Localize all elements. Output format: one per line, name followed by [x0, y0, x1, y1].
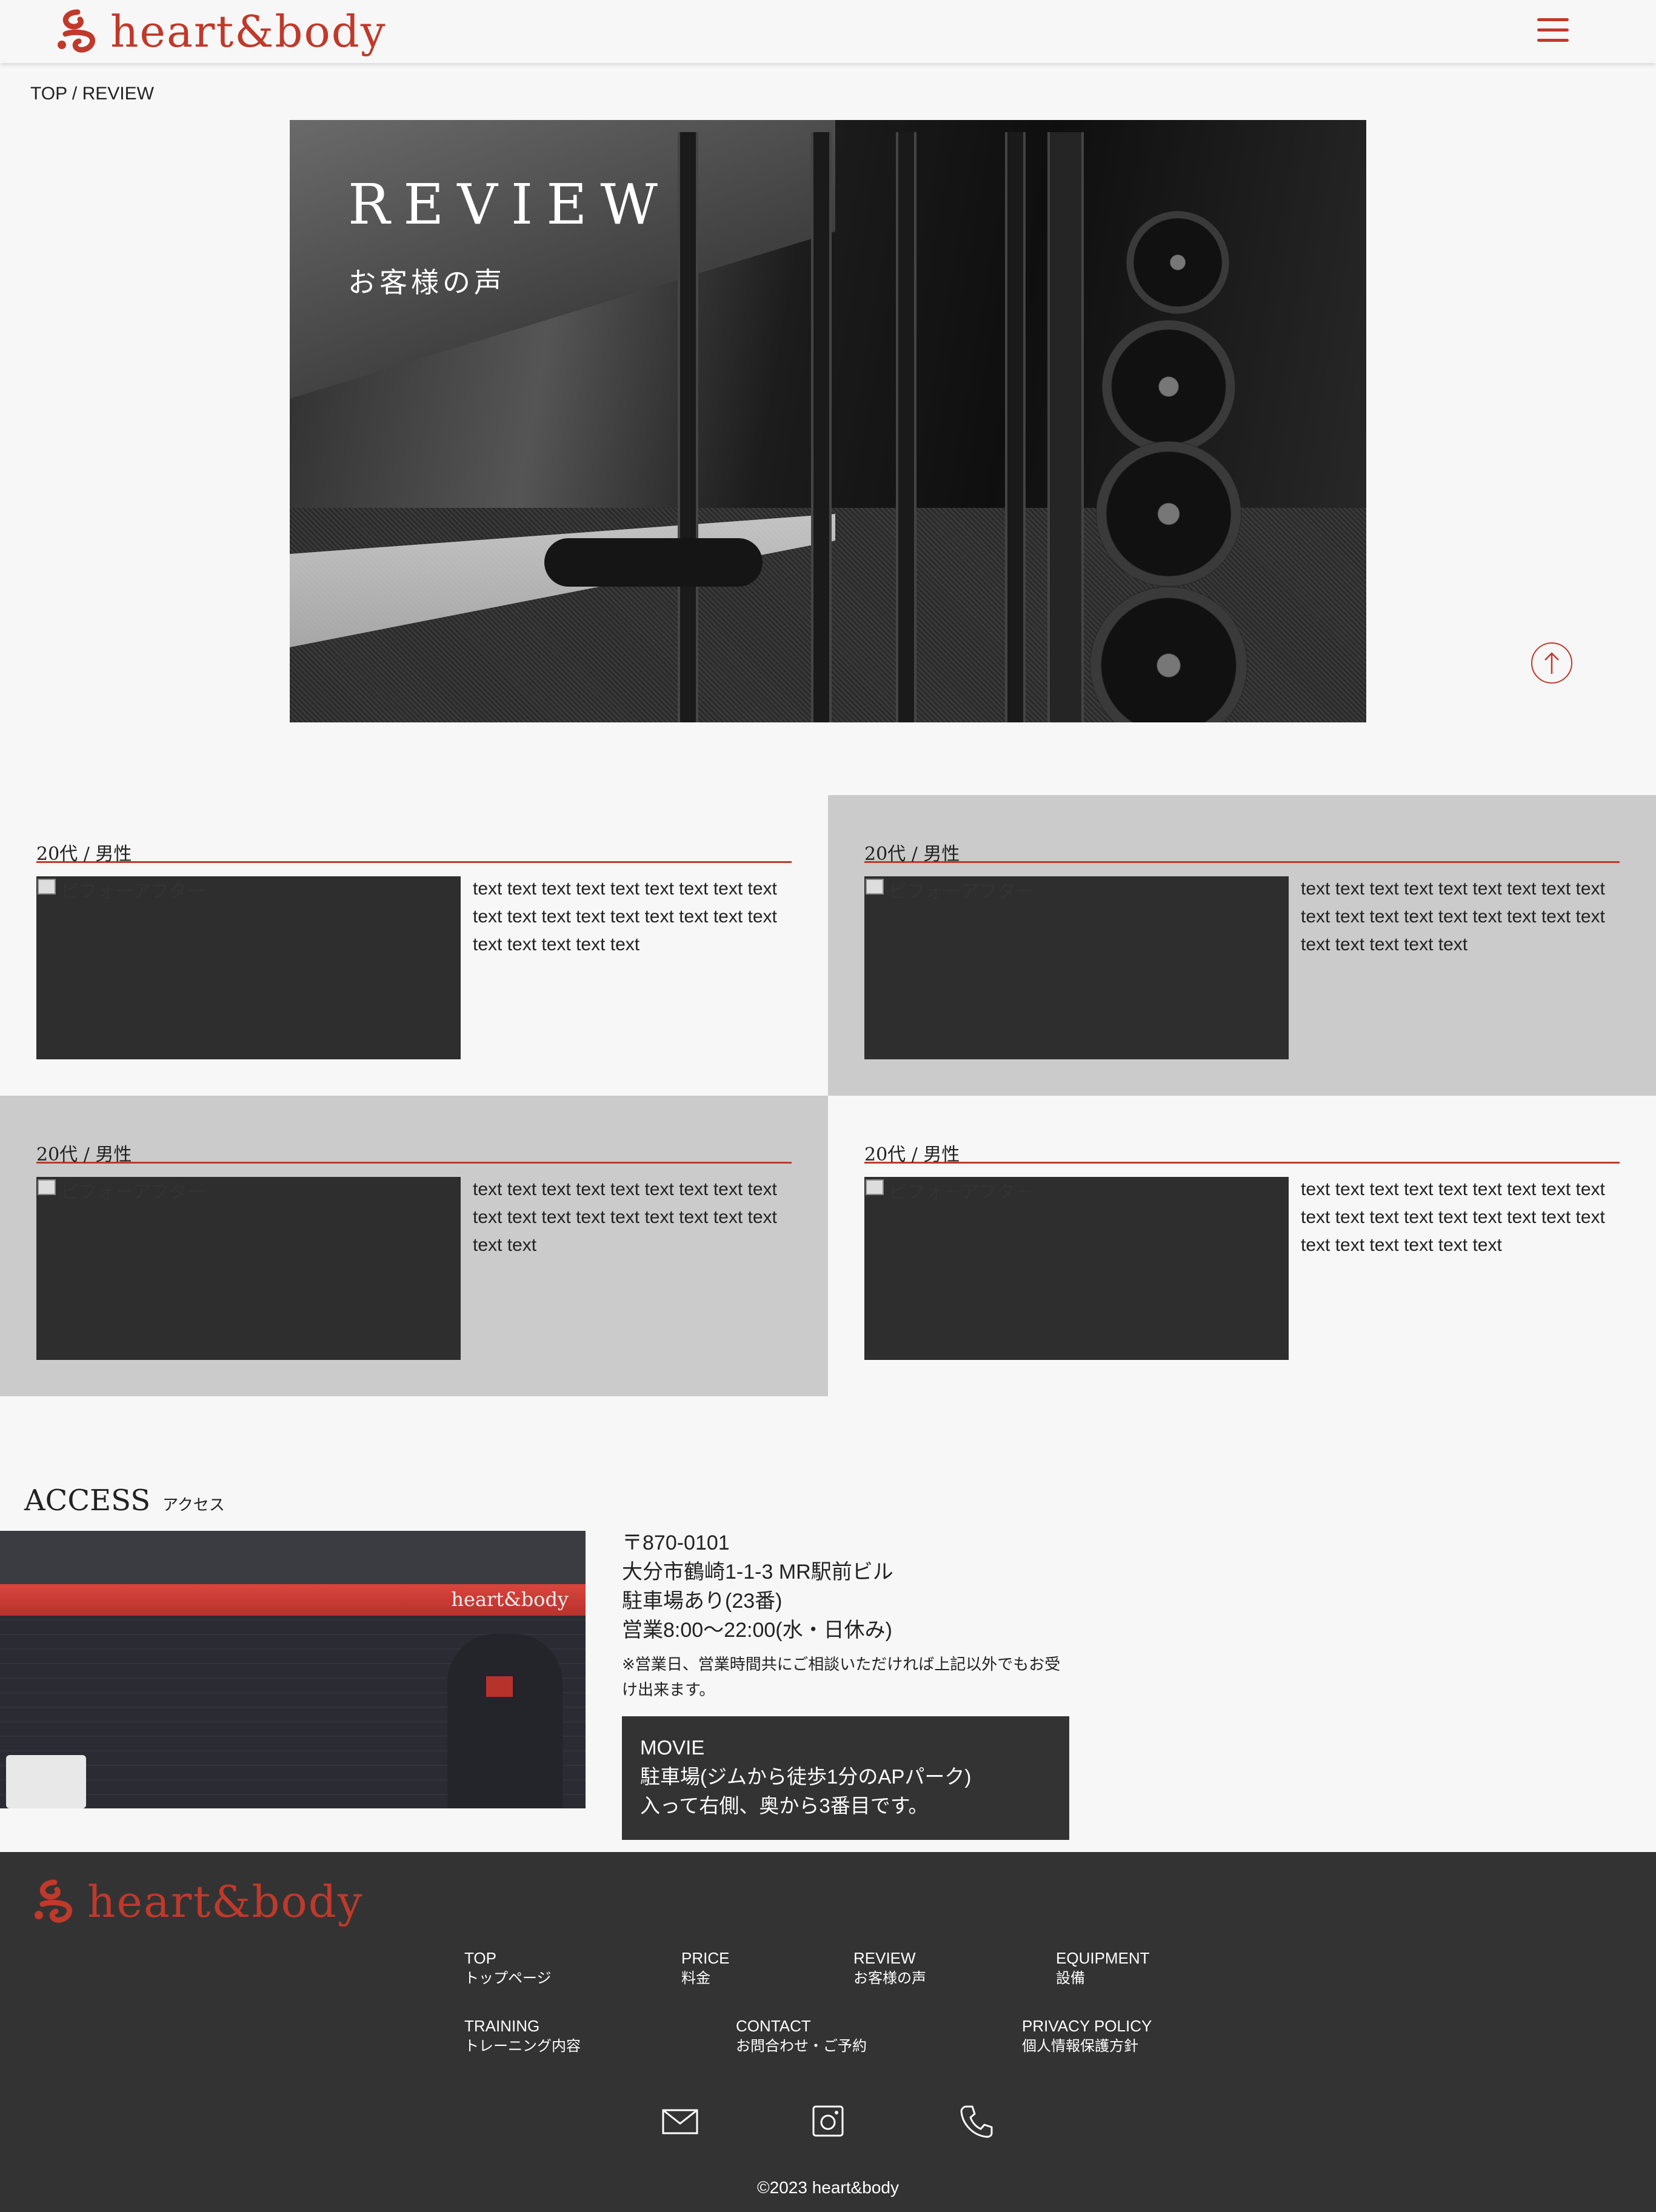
nav-label-en: CONTACT — [736, 2017, 811, 2035]
nav-label-en: TRAINING — [464, 2017, 540, 2035]
breadcrumb: TOP / REVIEW — [30, 84, 154, 104]
nav-label-ja: トップページ — [464, 1970, 552, 1987]
image-alt-text: ビフォーアフター — [61, 882, 205, 902]
review-meta: 20代 / 男性 — [864, 839, 1620, 865]
postal-code: 〒870-0101 — [622, 1531, 730, 1554]
image-alt-text: ビフォーアフター — [61, 1182, 205, 1202]
arrow-up-icon — [1544, 652, 1559, 674]
nav-label-en: PRICE — [681, 1949, 730, 1967]
movie-line-1: 駐車場(ジムから徒歩1分のAPパーク) — [640, 1765, 972, 1788]
nav-label-ja: お問合わせ・ご予約 — [736, 2038, 867, 2054]
site-header: heart&body — [0, 0, 1656, 63]
address-block: 〒870-0101 大分市鶴崎1-1-3 MR駅前ビル 駐車場あり(23番) 営… — [622, 1528, 893, 1645]
hero-title: REVIEW — [348, 172, 671, 237]
business-hours: 営業8:00～22:00(水・日休み) — [622, 1619, 892, 1642]
nav-label-ja: 個人情報保護方針 — [1022, 2038, 1138, 2054]
hero-subtitle: お客様の声 — [348, 266, 506, 299]
access-title-en: ACCESS — [24, 1484, 151, 1517]
hours-note: ※営業日、営業時間共にご相談いただければ上記以外でもお受け出来ます。 — [622, 1656, 1061, 1699]
before-after-image: ビフォーアフター — [36, 1177, 461, 1360]
nav-label-ja: 料金 — [681, 1970, 710, 1987]
footer-logo-text: heart&body — [87, 1876, 364, 1927]
before-after-image: ビフォーアフター — [864, 1177, 1289, 1360]
site-logo[interactable]: heart&body — [53, 7, 387, 56]
access-title-ja: アクセス — [162, 1496, 225, 1514]
nav-label-en: REVIEW — [853, 1949, 916, 1967]
footer-nav-top[interactable]: TOP トップページ — [464, 1948, 552, 1989]
review-meta: 20代 / 男性 — [36, 1139, 792, 1165]
phone-icon[interactable] — [957, 2102, 995, 2140]
nav-label-en: TOP — [464, 1949, 496, 1967]
review-card: 20代 / 男性 ビフォーアフター text text text text te… — [0, 795, 828, 1096]
nav-label-ja: トレーニング内容 — [464, 2038, 581, 2054]
nav-label-ja: お客様の声 — [853, 1970, 926, 1987]
before-after-image: ビフォーアフター — [36, 876, 461, 1059]
nav-label-en: PRIVACY POLICY — [1022, 2017, 1152, 2035]
review-text: text text text text text text text text … — [1301, 879, 1605, 954]
before-after-image: ビフォーアフター — [864, 876, 1289, 1059]
image-alt-text: ビフォーアフター — [889, 882, 1033, 902]
review-meta: 20代 / 男性 — [36, 839, 792, 865]
review-card: 20代 / 男性 ビフォーアフター text text text text te… — [828, 795, 1656, 1096]
storefront-photo: heart&body — [0, 1531, 586, 1808]
logo-mark-icon — [35, 1879, 73, 1923]
back-to-top-button[interactable] — [1531, 642, 1572, 684]
footer-nav-training[interactable]: TRAINING トレーニング内容 — [464, 2016, 581, 2057]
footer-nav-review[interactable]: REVIEW お客様の声 — [853, 1948, 926, 1989]
logo-text: heart&body — [110, 6, 387, 57]
footer-nav-equipment[interactable]: EQUIPMENT 設備 — [1056, 1948, 1150, 1989]
footer-nav-privacy[interactable]: PRIVACY POLICY 個人情報保護方針 — [1022, 2016, 1152, 2057]
footer-logo[interactable]: heart&body — [30, 1877, 364, 1926]
parking-info: 駐車場あり(23番) — [622, 1590, 783, 1613]
nav-label-ja: 設備 — [1056, 1970, 1085, 1987]
image-alt-text: ビフォーアフター — [889, 1182, 1033, 1202]
review-text: text text text text text text text text … — [473, 879, 777, 954]
hamburger-menu-icon[interactable] — [1537, 18, 1569, 45]
mail-icon[interactable] — [661, 2102, 699, 2140]
instagram-icon[interactable] — [809, 2102, 847, 2140]
review-card: 20代 / 男性 ビフォーアフター text text text text te… — [828, 1096, 1656, 1396]
logo-mark-icon — [58, 9, 96, 53]
hero-image: REVIEW お客様の声 — [290, 120, 1366, 722]
footer-nav-contact[interactable]: CONTACT お問合わせ・ご予約 — [736, 2016, 867, 2057]
review-card: 20代 / 男性 ビフォーアフター text text text text te… — [0, 1096, 828, 1396]
nav-label-en: EQUIPMENT — [1056, 1949, 1150, 1967]
movie-line-2: 入って右側、奥から3番目です。 — [640, 1794, 929, 1817]
movie-title: MOVIE — [640, 1736, 705, 1759]
site-footer: heart&body TOP トップページ PRICE 料金 REVIEW お客… — [0, 1852, 1656, 2212]
review-meta: 20代 / 男性 — [864, 1139, 1620, 1165]
review-text: text text text text text text text text … — [1301, 1179, 1605, 1255]
copyright: ©2023 heart&body — [757, 2178, 899, 2197]
street-address: 大分市鶴崎1-1-3 MR駅前ビル — [622, 1561, 893, 1584]
footer-nav-price[interactable]: PRICE 料金 — [681, 1948, 729, 1989]
movie-box[interactable]: MOVIE 駐車場(ジムから徒歩1分のAPパーク) 入って右側、奥から3番目です… — [622, 1716, 1069, 1840]
access-heading: ACCESS アクセス — [24, 1484, 225, 1517]
review-text: text text text text text text text text … — [473, 1179, 777, 1255]
store-sign-text: heart&body — [451, 1588, 569, 1611]
